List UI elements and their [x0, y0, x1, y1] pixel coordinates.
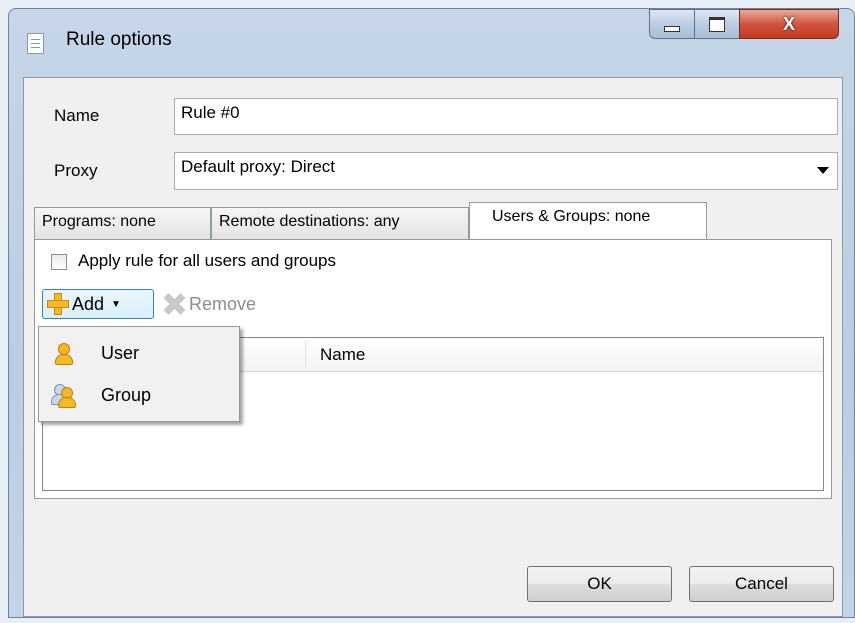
chevron-down-icon	[817, 167, 829, 174]
tab-users-groups[interactable]: Users & Groups: none	[469, 202, 707, 240]
maximize-button[interactable]	[694, 9, 740, 39]
ok-button-label: OK	[587, 574, 612, 593]
dropdown-arrow-icon: ▼	[111, 298, 121, 310]
apply-all-label: Apply rule for all users and groups	[78, 251, 336, 270]
title-bar[interactable]: Rule options X	[9, 9, 854, 75]
add-button-label: Add	[72, 293, 105, 314]
tab-remote-destinations[interactable]: Remote destinations: any	[211, 207, 469, 239]
proxy-label: Proxy	[54, 161, 98, 180]
minimize-icon	[664, 26, 680, 32]
user-icon	[53, 341, 75, 365]
proxy-select-value: Default proxy: Direct	[181, 157, 335, 176]
add-dropdown-menu: User Group	[38, 326, 240, 422]
add-icon	[47, 293, 69, 315]
tab-users-groups-label: Users & Groups: none	[492, 208, 651, 225]
remove-icon	[162, 292, 186, 316]
ok-button[interactable]: OK	[527, 566, 672, 602]
cancel-button[interactable]: Cancel	[689, 566, 834, 602]
menu-item-user-label: User	[101, 343, 140, 363]
tab-programs[interactable]: Programs: none	[34, 207, 211, 239]
column-header-name[interactable]: Name	[320, 345, 365, 365]
menu-item-user[interactable]: User	[39, 333, 239, 373]
menu-item-group-label: Group	[101, 385, 152, 405]
add-button[interactable]: Add ▼	[42, 289, 154, 319]
minimize-button[interactable]	[649, 9, 695, 39]
name-field-value: Rule #0	[181, 103, 240, 122]
proxy-select[interactable]: Default proxy: Direct	[174, 152, 838, 190]
column-separator	[305, 341, 306, 368]
rule-options-dialog: Rule options X Name Rule #0 Proxy Defaul…	[8, 8, 855, 618]
cancel-button-label: Cancel	[735, 574, 788, 593]
name-label: Name	[54, 106, 100, 125]
name-field[interactable]: Rule #0	[174, 98, 838, 135]
tab-remote-destinations-label: Remote destinations: any	[219, 213, 400, 230]
document-icon	[27, 33, 44, 54]
maximize-icon	[709, 16, 725, 32]
remove-button-label: Remove	[189, 293, 257, 314]
group-icon	[51, 383, 76, 408]
window-title: Rule options	[66, 29, 172, 50]
tab-programs-label: Programs: none	[42, 213, 156, 230]
apply-all-checkbox[interactable]	[51, 254, 67, 270]
close-button[interactable]: X	[739, 9, 839, 39]
menu-item-group[interactable]: Group	[39, 375, 239, 415]
close-icon: X	[782, 13, 795, 34]
remove-button[interactable]: Remove	[162, 292, 256, 316]
